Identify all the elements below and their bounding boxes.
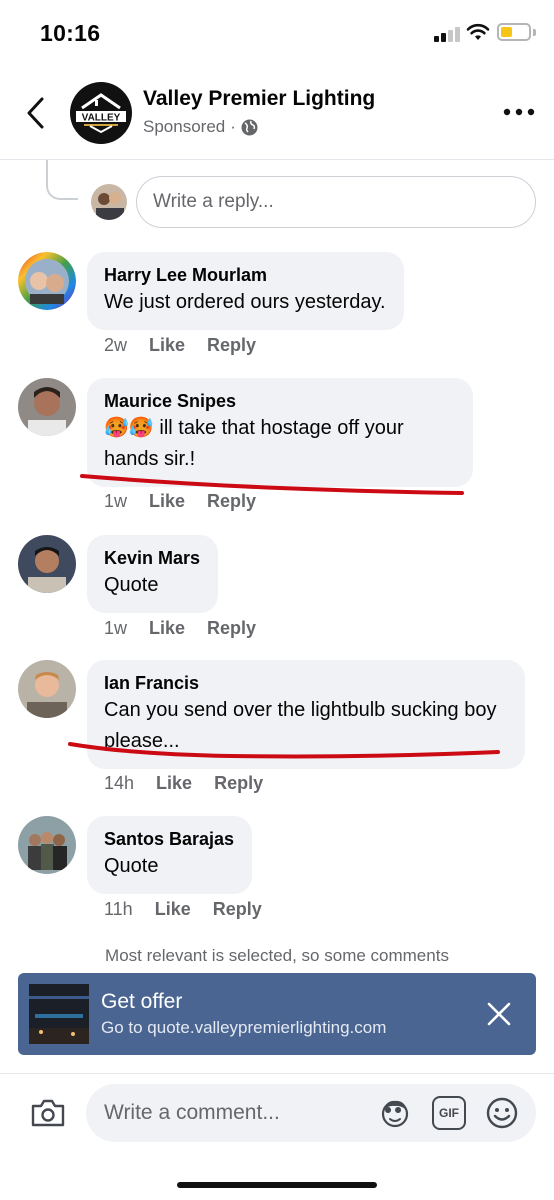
get-offer-banner[interactable]: Get offer Go to quote.valleypremierlight… <box>18 973 536 1055</box>
gif-icon[interactable]: GIF <box>432 1096 466 1130</box>
reply-button[interactable]: Reply <box>213 899 262 920</box>
cta-url: Go to quote.valleypremierlighting.com <box>101 1018 387 1037</box>
emoji-icon[interactable] <box>485 1096 519 1130</box>
camera-icon[interactable] <box>30 1098 66 1128</box>
red-underline-annotation <box>68 474 500 759</box>
comment-time: 11h <box>104 899 133 919</box>
like-button[interactable]: Like <box>155 899 191 920</box>
cta-title: Get offer <box>101 990 183 1013</box>
commenter-avatar[interactable] <box>18 816 76 874</box>
comment-meta: 11h Like Reply <box>104 899 262 920</box>
close-icon[interactable] <box>486 1001 512 1027</box>
comment-bubble[interactable]: Santos Barajas Quote <box>87 816 253 894</box>
offer-thumbnail <box>29 984 89 1044</box>
comment-placeholder: Write a comment... <box>104 1101 280 1124</box>
home-indicator <box>177 1182 377 1188</box>
comment-input[interactable]: Write a comment... <box>86 1084 536 1142</box>
avatar-sticker-icon[interactable] <box>378 1096 412 1130</box>
comment-filter-notice: Most relevant is selected, so some comme… <box>105 946 449 965</box>
comment-author[interactable]: Santos Barajas <box>104 827 234 851</box>
comment-text: Quote <box>104 855 159 877</box>
comment-composer: Write a comment... GIF <box>0 1073 554 1200</box>
gif-label: GIF <box>439 1106 459 1120</box>
